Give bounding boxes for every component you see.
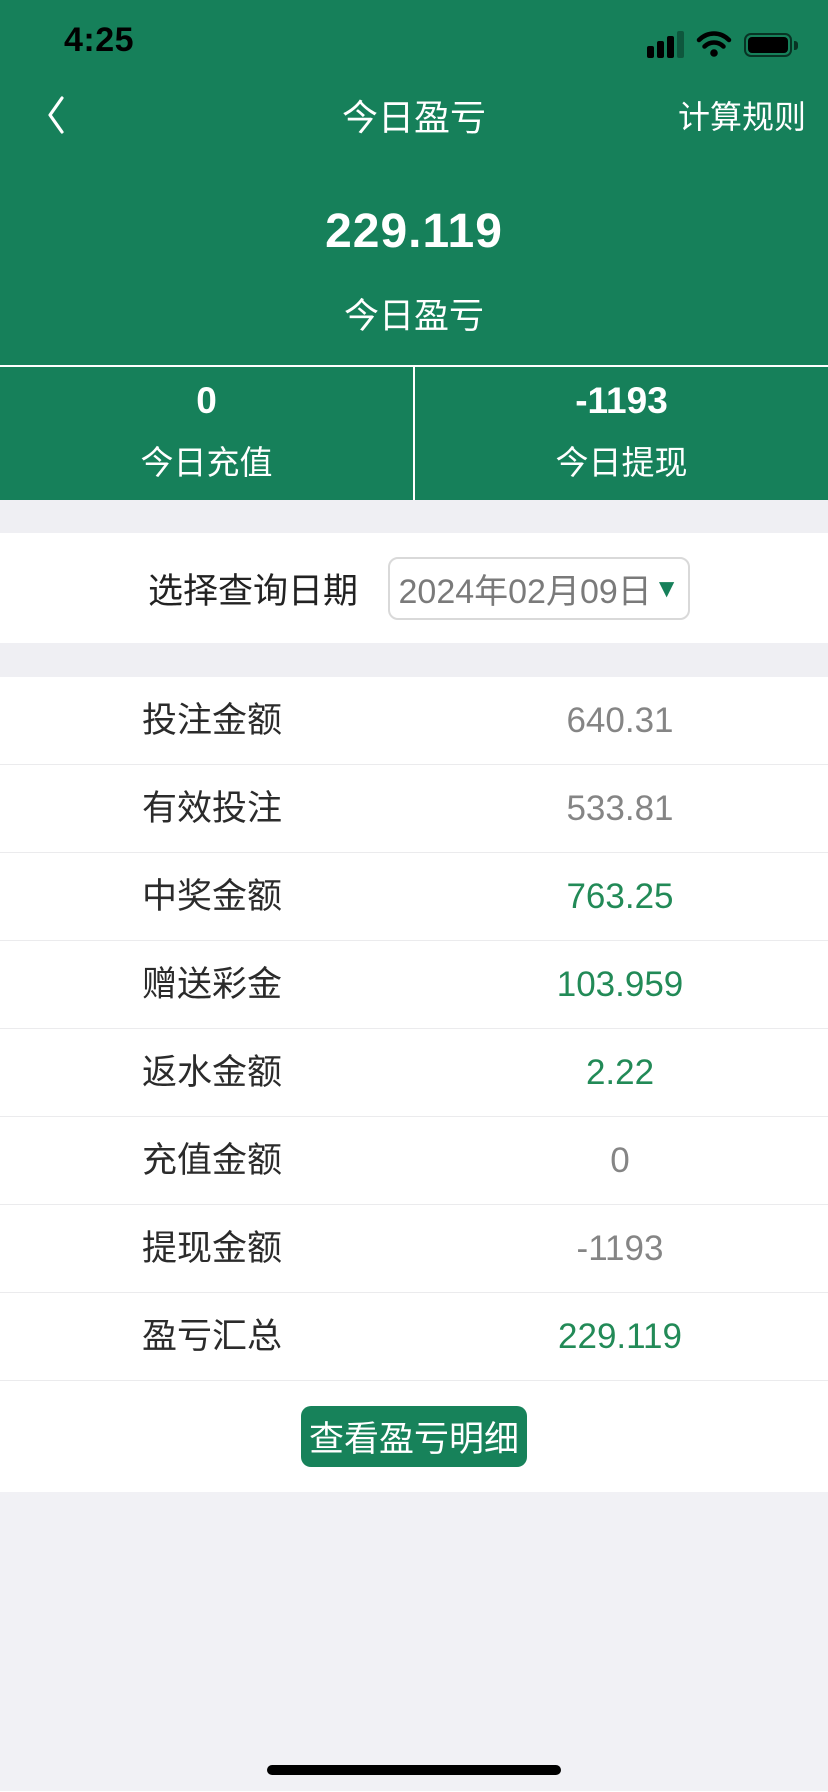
table-row: 提现金额 -1193: [0, 1205, 828, 1293]
row-value: 103.959: [557, 941, 684, 1029]
table-row: 盈亏汇总 229.119: [0, 1293, 828, 1381]
calculation-rules-link[interactable]: 计算规则: [678, 92, 806, 138]
date-picker-value: 2024年02月09日: [399, 564, 652, 613]
row-label: 有效投注: [142, 765, 282, 853]
today-deposit-value: 0: [0, 379, 413, 423]
row-value: 763.25: [566, 853, 673, 941]
table-row: 返水金额 2.22: [0, 1029, 828, 1117]
today-deposit-block: 0 今日充值: [0, 367, 413, 500]
row-label: 充值金额: [142, 1117, 282, 1205]
row-value: 533.81: [566, 765, 673, 853]
status-bar: 4:25: [0, 0, 828, 64]
date-filter-row: 选择查询日期 2024年02月09日 ▼: [0, 533, 828, 643]
today-profit-amount: 229.119: [0, 204, 828, 260]
button-band: 查看盈亏明细: [0, 1381, 828, 1492]
triangle-down-icon: ▼: [654, 573, 680, 604]
row-label: 投注金额: [142, 677, 282, 765]
row-label: 盈亏汇总: [142, 1293, 282, 1381]
cellular-signal-icon: [647, 31, 684, 58]
table-row: 充值金额 0: [0, 1117, 828, 1205]
row-value: 640.31: [566, 677, 673, 765]
status-time: 4:25: [64, 21, 134, 60]
sub-stats-section: 0 今日充值 -1193 今日提现: [0, 365, 828, 500]
table-row: 赠送彩金 103.959: [0, 941, 828, 1029]
stats-list: 投注金额 640.31 有效投注 533.81 中奖金额 763.25 赠送彩金 103.95…: [0, 677, 828, 1381]
table-row: 有效投注 533.81: [0, 765, 828, 853]
row-label: 返水金额: [142, 1029, 282, 1117]
row-value: 2.22: [586, 1029, 654, 1117]
table-row: 投注金额 640.31: [0, 677, 828, 765]
summary-section: 229.119 今日盈亏: [0, 154, 828, 338]
row-label: 赠送彩金: [142, 941, 282, 1029]
today-withdraw-label: 今日提现: [415, 443, 828, 483]
row-value: -1193: [577, 1205, 664, 1293]
row-label: 提现金额: [142, 1205, 282, 1293]
home-indicator[interactable]: [267, 1765, 561, 1775]
row-value: 229.119: [558, 1293, 682, 1381]
status-icons: [647, 31, 792, 60]
app-screen: 4:25 今日盈亏 计算规则: [0, 0, 828, 1792]
table-row: 中奖金额 763.25: [0, 853, 828, 941]
nav-bar: 今日盈亏 计算规则: [0, 64, 828, 154]
wifi-icon: [696, 31, 732, 57]
date-filter-label: 选择查询日期: [148, 563, 358, 614]
section-gap: [0, 643, 828, 677]
today-profit-label: 今日盈亏: [0, 296, 828, 338]
today-deposit-label: 今日充值: [0, 443, 413, 483]
battery-icon: [744, 33, 792, 57]
date-picker[interactable]: 2024年02月09日 ▼: [388, 557, 690, 620]
today-withdraw-value: -1193: [415, 379, 828, 423]
row-label: 中奖金额: [142, 853, 282, 941]
view-profit-details-button[interactable]: 查看盈亏明细: [301, 1406, 527, 1467]
header: 4:25 今日盈亏 计算规则: [0, 0, 828, 365]
bottom-area: [0, 1492, 828, 1791]
row-value: 0: [610, 1117, 629, 1205]
section-gap: [0, 500, 828, 533]
today-withdraw-block: -1193 今日提现: [415, 367, 828, 500]
